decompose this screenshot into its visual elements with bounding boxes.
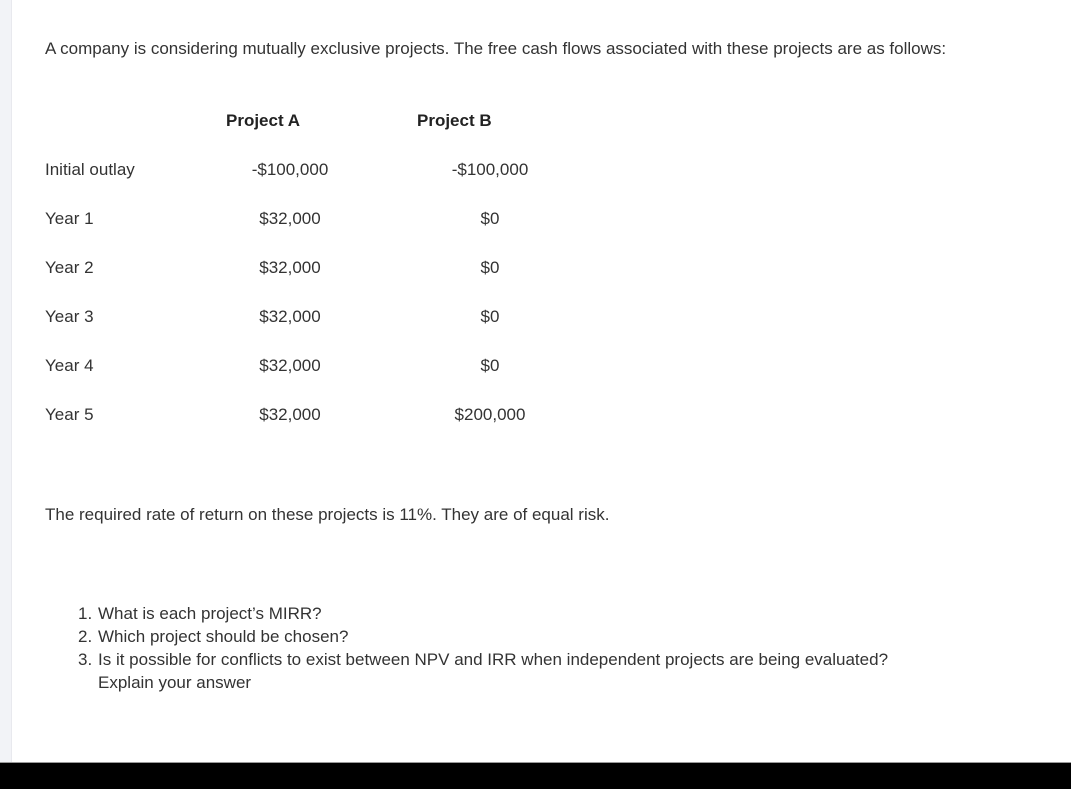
left-rail [0,0,12,762]
cell-project-b: -$100,000 [451,160,529,179]
row-label: Year 4 [45,356,94,375]
question-number: 2. [78,627,93,646]
row-label: Year 2 [45,258,94,277]
question-continuation: Explain your answer [98,673,252,692]
row-label: Year 1 [45,209,94,228]
column-header-project-b: Project B [417,111,492,130]
question-number: 1. [78,604,93,623]
cell-project-b: $0 [480,356,500,375]
question-item: 2. Which project should be chosen? [78,625,1068,648]
cell-project-a: -$100,000 [251,160,329,179]
cash-flow-table: Project A Project B Initial outlay -$100… [45,0,605,470]
row-label: Year 3 [45,307,94,326]
row-label: Year 5 [45,405,94,424]
cell-project-b: $0 [480,258,500,277]
question-text: What is each project’s MIRR? [98,604,322,623]
document-page: A company is considering mutually exclus… [12,0,1071,762]
column-header-project-a: Project A [226,111,301,130]
question-item: 1. What is each project’s MIRR? [78,602,1068,625]
cell-project-a: $32,000 [259,356,321,375]
bottom-black-bar [0,762,1071,789]
cell-project-a: $32,000 [259,405,321,424]
required-rate-statement: The required rate of return on these pro… [45,505,610,524]
question-list: 1. What is each project’s MIRR? 2. Which p… [78,602,1068,694]
cell-project-a: $32,000 [259,307,321,326]
question-text: Which project should be chosen? [98,627,349,646]
cell-project-a: $32,000 [259,209,321,228]
cell-project-b: $0 [480,209,500,228]
cell-project-b: $0 [480,307,500,326]
cell-project-b: $200,000 [454,405,526,424]
question-number: 3. [78,650,93,669]
question-item: 3. Is it possible for conflicts to exist … [78,648,1068,694]
question-text: Is it possible for conflicts to exist be… [98,650,889,669]
row-label: Initial outlay [45,160,135,179]
cell-project-a: $32,000 [259,258,321,277]
